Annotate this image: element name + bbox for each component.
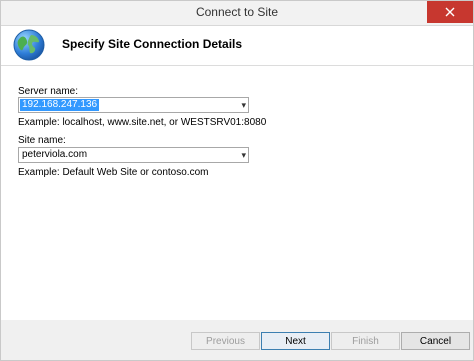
form-panel: Server name: 192.168.247.136 ▾ Example: … [1,66,473,320]
close-button[interactable] [427,1,473,23]
server-name-input[interactable]: 192.168.247.136 [20,99,100,111]
cancel-button[interactable]: Cancel [401,332,470,350]
wizard-footer: Previous Next Finish Cancel [1,322,473,360]
chevron-down-icon[interactable]: ▾ [241,100,246,111]
connect-to-site-dialog: Connect to Site Specify Site Connection … [0,0,474,361]
site-name-input[interactable]: peterviola.com [20,149,89,161]
server-name-combobox[interactable]: 192.168.247.136 ▾ [18,97,249,113]
next-button[interactable]: Next [261,332,330,350]
page-title: Specify Site Connection Details [62,37,243,51]
globe-icon [11,27,47,68]
window-title: Connect to Site [195,5,279,19]
site-name-combobox[interactable]: peterviola.com ▾ [18,147,249,163]
chevron-down-icon[interactable]: ▾ [241,150,246,161]
site-name-example: Example: Default Web Site or contoso.com [18,167,209,178]
wizard-header: Specify Site Connection Details [1,26,473,66]
server-name-label: Server name: [18,86,79,97]
finish-button[interactable]: Finish [331,332,400,350]
server-name-example: Example: localhost, www.site.net, or WES… [18,117,267,128]
site-name-label: Site name: [18,135,66,146]
previous-button[interactable]: Previous [191,332,260,350]
title-bar[interactable]: Connect to Site [1,1,473,26]
close-icon [445,7,455,17]
